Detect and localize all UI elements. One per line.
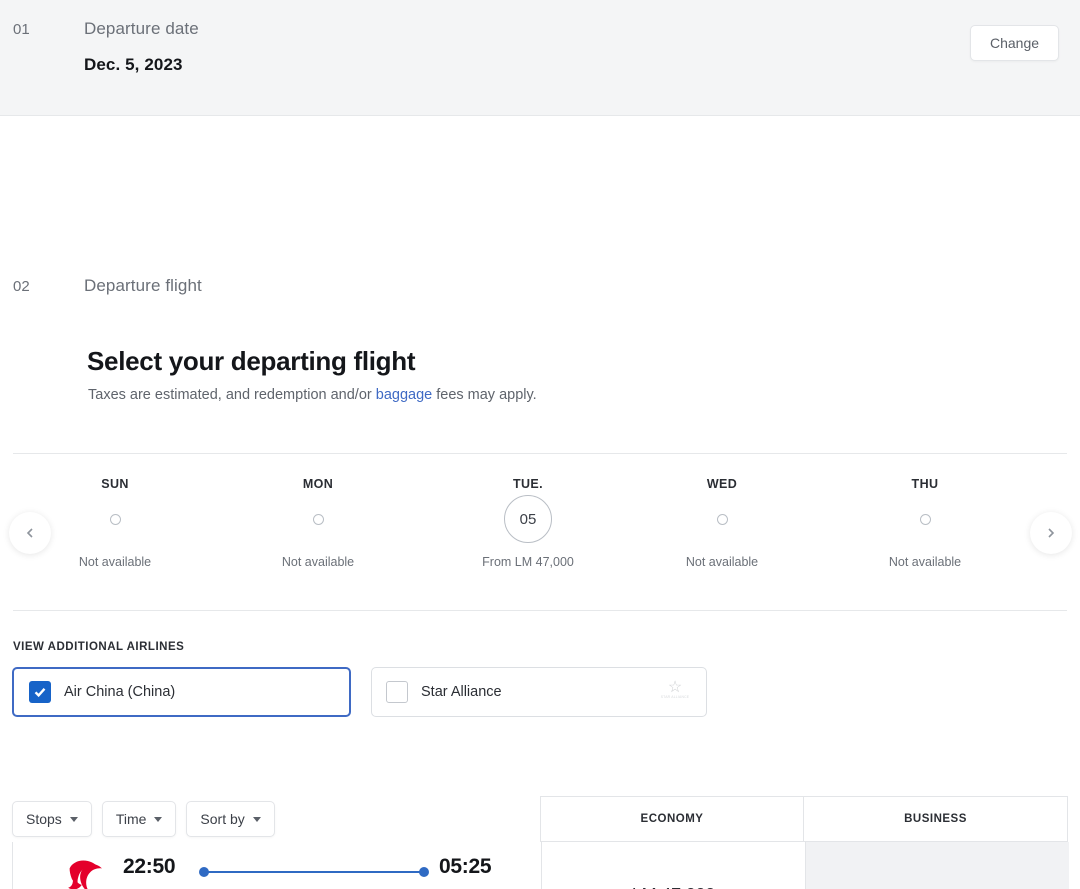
date-carousel: SUN Not available MON Not available TUE. 05 Fr… (0, 461, 1080, 607)
carousel-prev-button[interactable] (9, 512, 51, 554)
day-name: WED (706, 477, 738, 491)
departure-date-value: Dec. 5, 2023 (84, 55, 183, 74)
star-alliance-logo-text: STAR ALLIANCE (660, 695, 690, 699)
filter-label: Sort by (200, 811, 245, 827)
divider-bottom (13, 610, 1067, 611)
cabin-header-business: BUSINESS (804, 796, 1068, 842)
day-unavailable-dot (109, 513, 121, 525)
day-circle-wrapper (40, 491, 190, 547)
arrival-time: 05:25 (439, 855, 492, 878)
filter-time-button[interactable]: Time (101, 801, 177, 837)
chevron-right-icon (1048, 528, 1055, 538)
checkbox-unchecked-icon[interactable] (386, 681, 408, 703)
timeline-line (204, 871, 424, 874)
arrival-time-block: 05:25 SZX (439, 855, 492, 889)
results-header: Stops Time Sort by ECONOMY BUSINESS (12, 796, 1068, 842)
filter-label: Time (115, 811, 147, 827)
airline-option-star-alliance[interactable]: Star Alliance ☆ STAR ALLIANCE (371, 667, 707, 717)
day-circle-wrapper (243, 491, 393, 547)
day-unavailable-dot (312, 513, 324, 525)
flight-results: Stops Time Sort by ECONOMY BUSINESS 22:50 … (12, 796, 1069, 889)
page-title: Select your departing flight (87, 346, 416, 376)
filter-label: Stops (26, 811, 62, 827)
carousel-day-mon[interactable]: MON Not available (243, 461, 393, 569)
economy-price: LM 47,000 (632, 885, 715, 889)
carousel-next-button[interactable] (1030, 512, 1072, 554)
checkbox-checked-icon[interactable] (29, 681, 51, 703)
day-unavailable-dot (716, 513, 728, 525)
check-icon (34, 688, 46, 698)
day-note: Not available (281, 555, 355, 569)
star-alliance-logo: ☆ STAR ALLIANCE (658, 679, 692, 700)
flight-timeline (199, 867, 429, 877)
fare-cell-economy[interactable]: LM 47,000 + US$ 26.70 (541, 842, 805, 889)
carousel-day-sun[interactable]: SUN Not available (40, 461, 190, 569)
day-name: MON (302, 477, 334, 491)
step-number-02: 02 (13, 278, 30, 295)
timeline-destination-dot (419, 867, 429, 877)
airline-label-air-china: Air China (China) (64, 684, 176, 700)
baggage-link[interactable]: baggage (376, 387, 432, 403)
day-note: Not available (685, 555, 759, 569)
chevron-down-icon (154, 816, 163, 822)
day-note: Not available (78, 555, 152, 569)
day-name: THU (911, 477, 939, 491)
departure-date-label: Departure date (84, 19, 199, 38)
day-circle-wrapper (647, 491, 797, 547)
filter-buttons: Stops Time Sort by (12, 801, 275, 837)
airline-label-star-alliance: Star Alliance (421, 684, 502, 700)
chevron-left-icon (26, 528, 33, 538)
day-circle-wrapper: 05 (453, 491, 603, 547)
disclaimer-suffix: fees may apply. (432, 387, 537, 403)
fare-cell-business: – (805, 842, 1069, 889)
divider-top (13, 453, 1067, 454)
air-china-logo (68, 860, 102, 889)
day-name: TUE. (512, 477, 544, 491)
star-icon: ☆ (667, 679, 683, 696)
day-name: SUN (101, 477, 129, 491)
day-note: Not available (888, 555, 962, 569)
day-note: From LM 47,000 (482, 555, 574, 569)
day-selected-circle: 05 (504, 495, 552, 543)
day-unavailable-dot (919, 513, 931, 525)
departure-flight-section: 02 Departure flight Select your departin… (0, 116, 1080, 889)
carousel-day-tue[interactable]: TUE. 05 From LM 47,000 (453, 461, 603, 569)
disclaimer-prefix: Taxes are estimated, and redemption and/… (88, 387, 376, 403)
carousel-day-wed[interactable]: WED Not available (647, 461, 797, 569)
taxes-disclaimer: Taxes are estimated, and redemption and/… (88, 387, 537, 403)
departure-time: 22:50 (123, 855, 176, 878)
change-date-button[interactable]: Change (970, 25, 1059, 61)
departure-flight-label: Departure flight (84, 276, 202, 295)
chevron-down-icon (252, 816, 261, 822)
departure-date-section: 01 Departure date Dec. 5, 2023 Change (0, 0, 1080, 116)
table-row[interactable]: 22:50 LAX 05:25 SZX CA 770 Non Stop, 14h… (12, 842, 1069, 889)
view-additional-airlines-label: VIEW ADDITIONAL AIRLINES (13, 641, 185, 653)
filter-stops-button[interactable]: Stops (12, 801, 92, 837)
chevron-down-icon (69, 816, 78, 822)
departure-time-block: 22:50 LAX (123, 855, 176, 889)
cabin-header-economy: ECONOMY (540, 796, 804, 842)
day-circle-wrapper (850, 491, 1000, 547)
timeline-origin-dot (199, 867, 209, 877)
airline-option-air-china[interactable]: Air China (China) (12, 667, 351, 717)
step-number-01: 01 (13, 21, 30, 38)
carousel-day-thu[interactable]: THU Not available (850, 461, 1000, 569)
filter-sort-by-button[interactable]: Sort by (186, 801, 275, 837)
